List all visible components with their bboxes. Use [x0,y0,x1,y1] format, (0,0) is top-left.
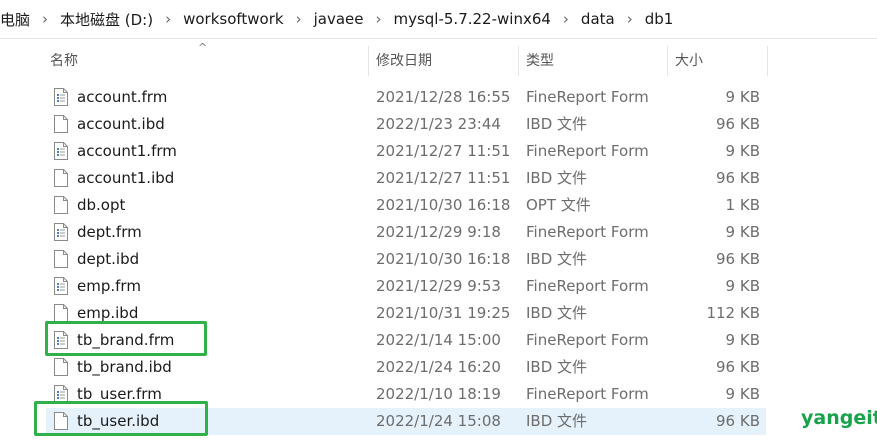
blank-file-icon [54,250,68,268]
file-name: account1.ibd [77,169,175,187]
file-type: IBD 文件 [526,304,588,322]
file-type: OPT 文件 [526,196,591,214]
file-size: 9 KB [725,142,760,160]
breadcrumb-separator-icon[interactable]: › [286,10,312,28]
form-file-icon [54,277,68,295]
file-size: 1 KB [725,196,760,214]
file-type: FineReport Form [526,88,649,106]
breadcrumb-separator-icon[interactable]: › [365,10,391,28]
address-bar[interactable]: 电脑 › 本地磁盘 (D:) › worksoftwork › javaee ›… [0,0,877,39]
file-modified-date: 2022/1/24 15:08 [376,412,501,430]
file-modified-date: 2021/12/27 11:51 [376,142,511,160]
column-divider[interactable] [667,46,668,76]
breadcrumb: 电脑 › 本地磁盘 (D:) › worksoftwork › javaee ›… [0,8,675,30]
blank-file-icon [54,304,68,322]
file-name: account1.frm [77,142,177,160]
file-size: 96 KB [716,412,760,430]
column-header-size[interactable]: 大小 [675,51,703,71]
file-type: FineReport Form [526,223,649,241]
file-type: FineReport Form [526,277,649,295]
file-name: emp.frm [77,277,141,295]
file-modified-date: 2021/10/30 16:18 [376,196,511,214]
column-header-date[interactable]: 修改日期 [376,51,432,71]
file-name: tb_brand.ibd [77,358,172,376]
file-size: 96 KB [716,115,760,133]
form-file-icon [54,223,68,241]
column-header-name[interactable]: 名称 [50,51,78,71]
file-size: 96 KB [716,250,760,268]
file-row[interactable]: tb_brand.ibd 2022/1/24 16:20 IBD 文件 96 KB [46,354,766,381]
breadcrumb-item-worksoftwork[interactable]: worksoftwork [181,10,286,28]
highlight-box-tb-brand-frm [45,321,207,356]
watermark-logo: yangeit [801,407,877,429]
file-modified-date: 2022/1/23 23:44 [376,115,501,133]
file-size: 9 KB [725,331,760,349]
file-row[interactable]: account.ibd 2022/1/23 23:44 IBD 文件 96 KB [46,111,766,138]
blank-file-icon [54,115,68,133]
file-modified-date: 2021/12/27 11:51 [376,169,511,187]
file-modified-date: 2021/12/28 16:55 [376,88,511,106]
file-row[interactable]: db.opt 2021/10/30 16:18 OPT 文件 1 KB [46,192,766,219]
breadcrumb-separator-icon[interactable]: › [617,10,643,28]
file-size: 9 KB [725,223,760,241]
blank-file-icon [54,196,68,214]
file-type: IBD 文件 [526,358,588,376]
file-size: 112 KB [706,304,760,322]
file-name: account.frm [77,88,168,106]
breadcrumb-item-drive[interactable]: 本地磁盘 (D:) [58,9,155,30]
file-row[interactable]: dept.ibd 2021/10/30 16:18 IBD 文件 96 KB [46,246,766,273]
file-modified-date: 2021/10/31 19:25 [376,304,511,322]
breadcrumb-item-computer[interactable]: 电脑 [0,9,32,30]
breadcrumb-separator-icon[interactable]: › [32,10,58,28]
form-file-icon [54,88,68,106]
column-divider[interactable] [767,46,768,76]
file-name: dept.ibd [77,250,140,268]
column-header-bar: ^ 名称 修改日期 类型 大小 [0,40,877,80]
breadcrumb-item-javaee[interactable]: javaee [312,10,366,28]
breadcrumb-item-mysql[interactable]: mysql-5.7.22-winx64 [391,10,552,28]
file-type: IBD 文件 [526,412,588,430]
column-divider[interactable] [368,46,369,76]
file-type: IBD 文件 [526,250,588,268]
breadcrumb-separator-icon[interactable]: › [553,10,579,28]
file-size: 9 KB [725,88,760,106]
file-row[interactable]: emp.frm 2021/12/29 9:53 FineReport Form 9 K… [46,273,766,300]
file-row[interactable]: dept.frm 2021/12/29 9:18 FineReport Form 9 … [46,219,766,246]
file-type: IBD 文件 [526,169,588,187]
highlight-box-tb-user-ibd [34,401,208,436]
file-size: 96 KB [716,169,760,187]
file-type: FineReport Form [526,331,649,349]
form-file-icon [54,142,68,160]
file-modified-date: 2021/12/29 9:18 [376,223,501,241]
file-modified-date: 2021/12/29 9:53 [376,277,501,295]
file-row[interactable]: account.frm 2021/12/28 16:55 FineReport Fo… [46,84,766,111]
column-header-type[interactable]: 类型 [526,51,554,71]
file-type: FineReport Form [526,385,649,403]
file-name: account.ibd [77,115,165,133]
blank-file-icon [54,358,68,376]
file-size: 96 KB [716,358,760,376]
file-row[interactable]: account1.ibd 2021/12/27 11:51 IBD 文件 96 KB [46,165,766,192]
column-divider[interactable] [518,46,519,76]
file-modified-date: 2022/1/14 15:00 [376,331,501,349]
file-name: db.opt [77,196,126,214]
blank-file-icon [54,169,68,187]
file-type: FineReport Form [526,142,649,160]
breadcrumb-item-data[interactable]: data [579,10,617,28]
file-name: dept.frm [77,223,142,241]
file-row[interactable]: account1.frm 2021/12/27 11:51 FineReport F… [46,138,766,165]
file-size: 9 KB [725,385,760,403]
file-modified-date: 2021/10/30 16:18 [376,250,511,268]
file-modified-date: 2022/1/10 18:19 [376,385,501,403]
sort-ascending-icon: ^ [198,41,208,54]
breadcrumb-separator-icon[interactable]: › [155,10,181,28]
file-type: IBD 文件 [526,115,588,133]
file-modified-date: 2022/1/24 16:20 [376,358,501,376]
file-size: 9 KB [725,277,760,295]
breadcrumb-item-db1[interactable]: db1 [643,10,676,28]
